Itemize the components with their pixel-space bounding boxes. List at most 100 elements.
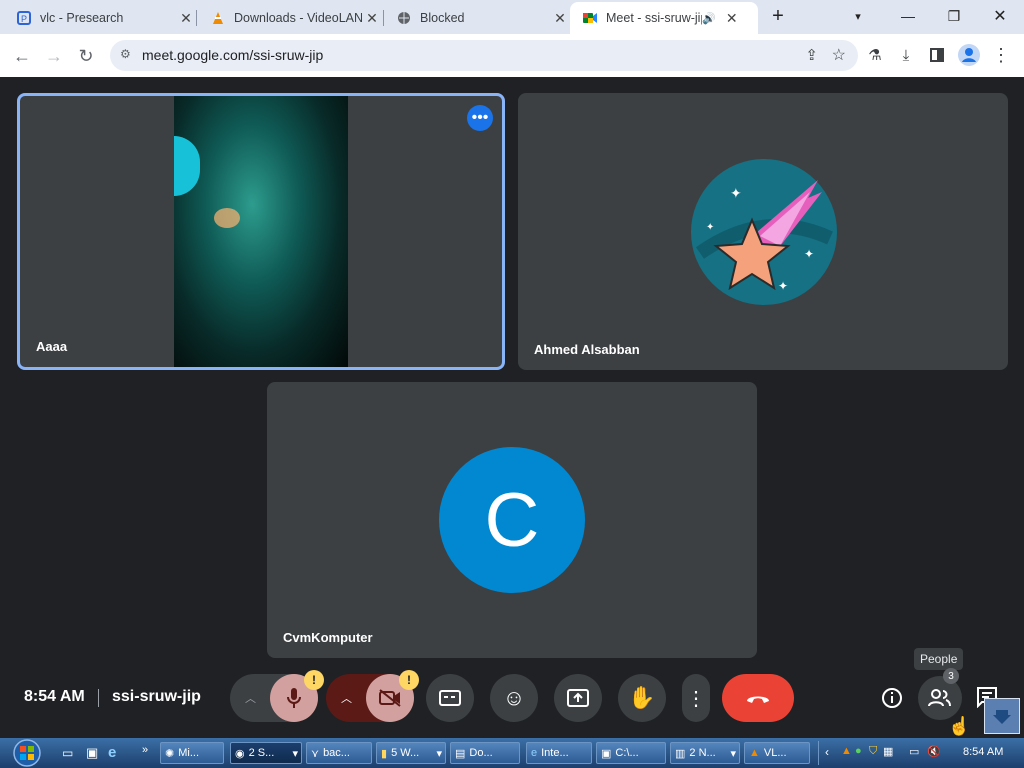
close-icon[interactable]: ✕ <box>722 10 742 27</box>
taskbar-button[interactable]: ▣ C:\... <box>596 742 666 764</box>
taskbar-button-label: bac... <box>323 747 350 759</box>
svg-text:✦: ✦ <box>778 279 788 293</box>
start-button[interactable] <box>6 738 48 768</box>
app-icon: ⋎ <box>311 747 320 760</box>
shooting-star-avatar-icon: ✦ ✦ ✦ ✦ <box>691 159 837 305</box>
more-options-button[interactable]: ••• <box>467 105 493 131</box>
volume-muted-icon[interactable]: 🔇 <box>927 745 941 758</box>
taskbar-button-label: 2 N... <box>689 747 716 759</box>
app-icon: ✺ <box>165 747 175 760</box>
restore-button[interactable]: ❐ <box>932 2 976 30</box>
switch-windows-icon[interactable]: ▣ <box>86 745 98 761</box>
tab-title: Downloads - VideoLAN <box>234 11 362 25</box>
present-screen-button[interactable] <box>554 674 602 722</box>
close-icon[interactable]: ✕ <box>362 10 382 27</box>
shield-icon[interactable]: ⛉ <box>869 745 877 758</box>
reactions-button[interactable]: ☺ <box>490 674 538 722</box>
tray-app-icon[interactable]: ▦ <box>883 745 893 758</box>
reload-button[interactable]: ↻ <box>72 42 100 70</box>
quicklaunch-overflow-icon[interactable]: » <box>142 744 148 756</box>
taskbar-button[interactable]: ▮ 5 W... ▾ <box>376 742 446 764</box>
profile-avatar-icon[interactable] <box>956 42 982 68</box>
participant-tile-cvmkomputer[interactable]: C CvmKomputer <box>267 382 757 658</box>
download-overlay-icon[interactable] <box>984 698 1020 734</box>
raise-hand-button[interactable]: ✋ <box>618 674 666 722</box>
participant-tile-aaaa[interactable]: ••• Aaaa <box>17 93 505 370</box>
audio-options-chevron-icon[interactable]: ︿ <box>245 690 256 706</box>
taskbar-button-label: VL... <box>763 747 787 759</box>
more-vert-icon: ⋮ <box>686 687 706 710</box>
minimize-button[interactable]: — <box>886 2 930 30</box>
new-tab-button[interactable]: + <box>758 2 798 30</box>
video-options-chevron-icon[interactable]: ︿ <box>341 690 352 706</box>
people-tooltip: People <box>914 648 964 670</box>
site-info-icon[interactable]: ⚙ <box>120 47 131 61</box>
hand-icon: ✋ <box>628 685 656 710</box>
chevron-down-icon: ▾ <box>730 747 736 760</box>
taskbar-button-label: 2 S... <box>248 747 275 759</box>
svg-text:✦: ✦ <box>706 222 714 233</box>
taskbar-button[interactable]: ▥ 2 N... ▾ <box>670 742 740 764</box>
close-icon[interactable]: ✕ <box>550 10 570 27</box>
labs-flask-icon[interactable]: ⚗ <box>862 42 888 68</box>
captions-button[interactable] <box>426 674 474 722</box>
camera-off-icon <box>379 689 401 707</box>
forward-button[interactable]: → <box>40 42 68 70</box>
tab-search-button[interactable]: ▾ <box>836 2 880 30</box>
more-options-button[interactable]: ⋮ <box>682 674 710 722</box>
tab-presearch[interactable]: P vlc - Presearch ✕ <box>4 2 196 34</box>
leave-call-button[interactable] <box>722 674 794 722</box>
close-window-button[interactable]: ✕ <box>978 2 1022 30</box>
meeting-time: 8:54 AM <box>24 688 85 705</box>
participant-name: CvmKomputer <box>283 630 373 645</box>
speaker-icon[interactable]: 🔊 <box>702 12 716 25</box>
divider <box>98 689 99 707</box>
mouse-pointer-hand-icon: ☝ <box>948 716 971 736</box>
taskbar-clock[interactable]: 8:54 AM <box>963 746 1003 758</box>
tab-separator <box>196 10 197 26</box>
word-icon: ▤ <box>455 747 466 760</box>
chevron-down-icon: ▾ <box>292 747 298 760</box>
taskbar-button[interactable]: ▲ VL... <box>744 742 810 764</box>
participant-name: Aaaa <box>36 339 68 354</box>
bookmark-star-icon[interactable]: ☆ <box>832 45 846 65</box>
microphone-icon <box>287 688 301 708</box>
vlc-tray-icon[interactable]: ▲ <box>841 745 852 757</box>
taskbar-button-label: Inte... <box>541 747 569 759</box>
taskbar-button-label: Mi... <box>178 747 199 759</box>
show-desktop-icon[interactable]: ▭ <box>62 746 73 760</box>
tab-meet[interactable]: Meet - ssi-sruw-jip 🔊 ✕ <box>570 2 758 34</box>
taskbar-button-label: C:\... <box>615 747 639 759</box>
close-icon[interactable]: ✕ <box>176 10 196 27</box>
download-icon[interactable]: ⤓ <box>893 42 919 68</box>
menu-kebab-icon[interactable]: ⋮ <box>988 42 1014 68</box>
presearch-icon: P <box>16 10 32 26</box>
video-light-spot <box>214 208 240 228</box>
camera-warning-badge: ! <box>399 670 419 690</box>
network-icon[interactable]: ▭ <box>909 745 919 758</box>
side-panel-icon[interactable] <box>924 42 950 68</box>
taskbar-button[interactable]: e Inte... <box>526 742 592 764</box>
browser-toolbar: ← → ↻ ⚙ meet.google.com/ssi-sruw-jip ⇪ ☆… <box>0 34 1024 77</box>
svg-text:✦: ✦ <box>730 186 742 202</box>
meeting-info-button[interactable] <box>876 682 908 714</box>
internet-explorer-icon[interactable]: e <box>108 744 116 761</box>
system-tray: ‹ ▲ ● ⛉ ▦ ▭ 🔇 8:54 AM <box>818 741 1019 765</box>
taskbar-button[interactable]: ⋎ bac... <box>306 742 372 764</box>
video-glare <box>174 136 200 196</box>
browser-tab-strip: P vlc - Presearch ✕ Downloads - VideoLAN… <box>0 0 1024 34</box>
taskbar-button[interactable]: ✺ Mi... <box>160 742 224 764</box>
people-icon <box>928 689 951 707</box>
taskbar-button[interactable]: ▤ Do... <box>450 742 520 764</box>
participant-tile-ahmed[interactable]: ✦ ✦ ✦ ✦ Ahmed Alsabban <box>518 93 1008 370</box>
taskbar-button-active[interactable]: ◉ 2 S... ▾ <box>230 742 302 764</box>
tray-expand-icon[interactable]: ‹ <box>825 745 829 759</box>
back-button[interactable]: ← <box>8 42 36 70</box>
share-icon[interactable]: ⇪ <box>805 46 818 64</box>
present-screen-icon <box>567 689 589 707</box>
tab-videolan[interactable]: Downloads - VideoLAN ✕ <box>198 2 382 34</box>
tray-app-icon[interactable]: ● <box>855 745 862 757</box>
tab-blocked[interactable]: Blocked ✕ <box>384 2 570 34</box>
avatar: ✦ ✦ ✦ ✦ <box>690 158 838 311</box>
address-bar[interactable]: ⚙ meet.google.com/ssi-sruw-jip ⇪ ☆ <box>110 40 858 71</box>
